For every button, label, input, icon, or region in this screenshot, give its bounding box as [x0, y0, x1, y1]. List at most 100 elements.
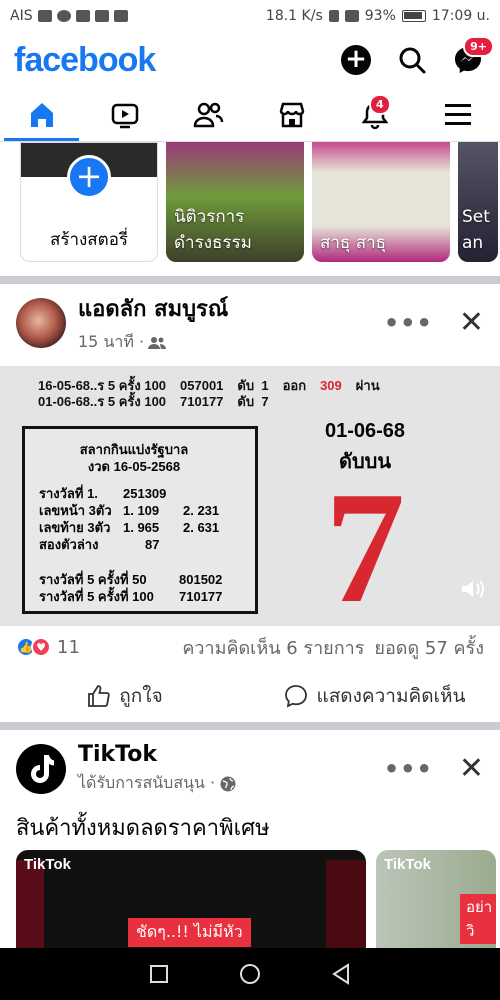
main-nav: 4	[0, 88, 500, 142]
tab-menu[interactable]	[417, 88, 500, 141]
friends-icon	[194, 102, 224, 127]
view-count: ยอดดู 57 ครั้ง	[374, 637, 484, 659]
story-card[interactable]: Set an	[458, 142, 498, 262]
post-image[interactable]: 16-05-68..ร 5 ครั้ง 100 057001 ดับ 1 ออก…	[0, 366, 500, 626]
marketplace-icon	[279, 102, 304, 127]
story-label: Set an	[462, 207, 490, 253]
feed-divider	[0, 276, 500, 284]
comment-count[interactable]: ความคิดเห็น 6 รายการ	[182, 633, 364, 662]
stories-row: + สร้างสตอรี่ นิติวรการ ดำรงธรรม สาธุ สา…	[0, 142, 500, 264]
close-icon[interactable]: ✕	[459, 308, 484, 338]
result-row: รางวัลที่ 5 ครั้งที่ 100 710177	[39, 589, 223, 604]
messenger-button[interactable]: 9+	[450, 36, 494, 78]
facebook-logo[interactable]: facebook	[14, 41, 156, 80]
play-store-icon	[75, 10, 90, 22]
home-icon	[30, 102, 53, 127]
box-subtitle: งวด 16-05-2568	[87, 459, 181, 474]
ad-tiktok-logo: TikTok	[384, 856, 431, 873]
love-reaction-icon: ♥	[31, 637, 51, 657]
create-story-label: สร้างสตอรี่	[49, 230, 129, 250]
ad-caption: อย่าวิ	[460, 894, 496, 944]
volte-icon	[37, 10, 52, 22]
recents-icon[interactable]	[149, 964, 169, 984]
feed-divider	[0, 722, 500, 730]
facebook-notification-icon	[56, 10, 71, 22]
friends-audience-icon	[148, 336, 167, 349]
story-label: นิติวรการ ดำรงธรรม	[174, 207, 252, 253]
mail-icon	[113, 10, 128, 22]
summary-out: ออก	[282, 378, 307, 393]
tab-notifications[interactable]: 4	[333, 88, 416, 141]
tab-home[interactable]	[0, 88, 83, 141]
create-story-card[interactable]: + สร้างสตอรี่	[20, 142, 158, 262]
prediction-number: 7	[325, 458, 405, 626]
post-time[interactable]: 15 นาที ·	[78, 330, 144, 355]
ad-image-region	[326, 860, 366, 950]
close-icon[interactable]: ✕	[459, 754, 484, 784]
ad-tiktok-logo: TikTok	[24, 856, 71, 873]
like-label: ถูกใจ	[119, 685, 163, 707]
summary-pass: ผ่าน	[355, 378, 380, 393]
network-speed: 18.1 K/s	[265, 8, 323, 24]
reactions-bar: 👍 ♥ 11 ความคิดเห็น 6 รายการ ยอดดู 57 ครั…	[0, 630, 500, 664]
more-options-icon[interactable]: •••	[384, 755, 433, 783]
create-button[interactable]: +	[338, 42, 374, 78]
result-row: สองตัวล่าง 87	[39, 537, 160, 552]
video-icon	[111, 103, 139, 128]
back-icon[interactable]	[331, 963, 351, 985]
box-title: สลากกินแบ่งรัฐบาล	[79, 442, 189, 457]
story-label: สาธุ สาธุ	[320, 233, 386, 253]
menu-icon	[445, 103, 472, 125]
lottery-result-box: สลากกินแบ่งรัฐบาล งวด 16-05-2568 รางวัลท…	[22, 426, 258, 614]
ad-card[interactable]: TikTok อย่าวิ	[376, 850, 496, 950]
result-row: เลขท้าย 3ตัว 1. 965 2. 631	[39, 520, 220, 535]
like-button[interactable]: ถูกใจ	[0, 681, 250, 711]
comment-button[interactable]: แสดงความคิดเห็น	[250, 681, 500, 711]
post-header: TikTok ได้รับการสนับสนุน · ••• ✕	[0, 734, 500, 804]
add-story-icon: +	[67, 155, 111, 199]
search-button[interactable]	[394, 42, 430, 78]
signal-icon	[344, 10, 359, 22]
tab-friends[interactable]	[167, 88, 250, 141]
comment-icon	[285, 685, 308, 708]
ad-image-region	[16, 860, 44, 950]
vibrate-icon	[328, 10, 339, 22]
post-author[interactable]: TikTok	[78, 742, 237, 767]
ad-text: สินค้าทั้งหมดลดราคาพิเศษ	[16, 816, 270, 841]
tab-marketplace[interactable]	[250, 88, 333, 141]
speaker-icon[interactable]	[460, 578, 486, 600]
post-action-bar: ถูกใจ แสดงความคิดเห็น	[0, 674, 500, 718]
carrier-label: AIS	[10, 8, 33, 24]
more-options-icon[interactable]: •••	[384, 309, 433, 337]
ad-caption: ชัดๆ..!! ไม่มีหัว	[128, 918, 251, 947]
story-card[interactable]: สาธุ สาธุ	[312, 142, 450, 262]
reaction-count[interactable]: 11	[57, 637, 80, 658]
summary-rank: ดับ 1	[237, 378, 269, 393]
avatar[interactable]	[16, 744, 66, 794]
comment-label: แสดงความคิดเห็น	[316, 685, 466, 707]
sponsored-label[interactable]: ได้รับการสนับสนุน ·	[78, 771, 215, 796]
story-card[interactable]: นิติวรการ ดำรงธรรม	[166, 142, 304, 262]
home-circle-icon[interactable]	[239, 963, 261, 985]
summary-number: 057001	[180, 378, 224, 393]
globe-icon	[220, 776, 236, 791]
system-navigation-bar	[0, 948, 500, 1000]
app-header: facebook + 9+	[0, 32, 500, 88]
summary-number: 710177	[180, 394, 224, 409]
reaction-icons[interactable]: 👍 ♥	[16, 637, 51, 657]
prediction-panel: 01-06-68 ดับบน 7	[300, 420, 430, 626]
ad-card[interactable]: TikTok ชัดๆ..!! ไม่มีหัว	[16, 850, 366, 950]
battery-percent: 93%	[364, 8, 396, 24]
picture-icon	[94, 10, 109, 22]
clock: 17:09 u.	[431, 8, 490, 24]
result-row: รางวัลที่ 5 ครั้งที่ 50 801502	[39, 572, 223, 587]
result-row: รางวัลที่ 1. 251309	[39, 486, 167, 501]
summary-date: 16-05-68..ร 5 ครั้ง 100	[38, 378, 167, 393]
status-bar: AIS 18.1 K/s 93% 17:09 u.	[0, 0, 500, 32]
tab-video[interactable]	[83, 88, 166, 141]
avatar[interactable]	[16, 298, 66, 348]
search-icon	[399, 47, 426, 74]
post-author[interactable]: แอดลัก สมบูรณ์	[78, 291, 228, 326]
summary-rank: ดับ 7	[237, 394, 269, 409]
thumbs-up-icon	[88, 685, 111, 707]
